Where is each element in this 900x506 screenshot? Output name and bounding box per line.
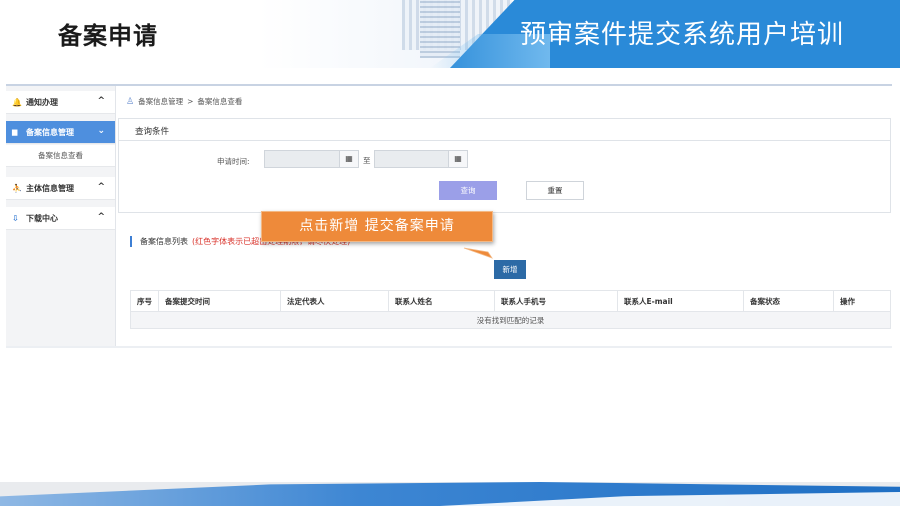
sidebar-subitem-filing-view[interactable]: 备案信息查看: [6, 145, 115, 167]
main-content: ♙ 备案信息管理 > 备案信息查看 查询条件 申请时间: ▦ 至 ▦ 查询 重置…: [118, 86, 892, 342]
table-row: 没有找到匹配的记录: [130, 311, 891, 329]
callout-arrow-icon: [463, 247, 494, 259]
download-icon: ⇩: [12, 213, 19, 223]
sidebar-item-label: 备案信息管理: [26, 127, 74, 137]
add-button[interactable]: 新增: [494, 260, 526, 279]
chevron-up-icon[interactable]: ^: [97, 182, 105, 192]
query-panel: 查询条件 申请时间: ▦ 至 ▦ 查询 重置: [118, 118, 891, 213]
tutorial-callout: 点击新增 提交备案申请: [261, 211, 493, 242]
list-title: 备案信息列表: [140, 237, 188, 246]
folder-icon: ▆: [12, 128, 18, 136]
chevron-up-icon[interactable]: ^: [97, 96, 105, 106]
breadcrumb-current: 备案信息查看: [197, 97, 243, 106]
sidebar: 🔔 通知办理 ^ ▆ 备案信息管理 ⌄ 备案信息查看 ⛹ 主体信息管理 ^ ⇩ …: [6, 86, 116, 346]
calendar-icon[interactable]: ▦: [448, 150, 468, 168]
sidebar-item-label: 下载中心: [26, 213, 58, 223]
sidebar-item-notices[interactable]: 🔔 通知办理 ^: [6, 91, 115, 114]
slide-header: 备案申请 预审案件提交系统用户培训: [0, 0, 900, 68]
date-label: 申请时间:: [217, 157, 250, 166]
column-header: 联系人手机号: [494, 290, 618, 312]
column-header: 序号: [130, 290, 159, 312]
slide-title: 备案申请: [58, 22, 158, 50]
query-panel-title: 查询条件: [119, 119, 890, 141]
list-header-accent: [130, 236, 132, 247]
column-header: 法定代表人: [280, 290, 389, 312]
sidebar-item-label: 主体信息管理: [26, 183, 74, 193]
search-button[interactable]: 查询: [439, 181, 497, 200]
breadcrumb-root[interactable]: 备案信息管理: [138, 96, 183, 107]
date-from-input[interactable]: [264, 150, 340, 168]
reset-button[interactable]: 重置: [526, 181, 584, 200]
date-to-input[interactable]: [374, 150, 450, 168]
sidebar-item-download-center[interactable]: ⇩ 下载中心 ^: [6, 207, 115, 230]
date-range-separator: 至: [363, 156, 371, 165]
slide-subtitle: 预审案件提交系统用户培训: [520, 20, 845, 50]
breadcrumb: ♙ 备案信息管理 > 备案信息查看: [126, 96, 242, 107]
column-header: 联系人E-mail: [617, 290, 744, 312]
chevron-down-icon[interactable]: ⌄: [97, 126, 105, 136]
column-header: 联系人姓名: [388, 290, 495, 312]
breadcrumb-separator: >: [187, 97, 194, 106]
users-icon: ⛹: [12, 183, 22, 193]
column-header: 备案状态: [743, 290, 834, 312]
user-icon: ♙: [126, 96, 135, 107]
column-header: 操作: [833, 290, 891, 312]
screen-bottom-rule: [6, 346, 892, 348]
bell-icon: 🔔: [12, 97, 22, 107]
sidebar-item-label: 通知办理: [26, 97, 58, 107]
table-header-row: 序号 备案提交时间 法定代表人 联系人姓名 联系人手机号 联系人E-mail 备…: [130, 290, 891, 312]
sidebar-item-filing-management[interactable]: ▆ 备案信息管理 ⌄: [6, 121, 115, 144]
chevron-up-icon[interactable]: ^: [97, 212, 105, 222]
calendar-icon[interactable]: ▦: [339, 150, 359, 168]
building-image-tower: [420, 0, 460, 58]
filing-table: 序号 备案提交时间 法定代表人 联系人姓名 联系人手机号 联系人E-mail 备…: [130, 290, 891, 329]
sidebar-item-entity-management[interactable]: ⛹ 主体信息管理 ^: [6, 177, 115, 200]
app-screenshot: 🔔 通知办理 ^ ▆ 备案信息管理 ⌄ 备案信息查看 ⛹ 主体信息管理 ^ ⇩ …: [6, 84, 892, 348]
empty-table-message: 没有找到匹配的记录: [130, 311, 891, 329]
column-header: 备案提交时间: [158, 290, 281, 312]
